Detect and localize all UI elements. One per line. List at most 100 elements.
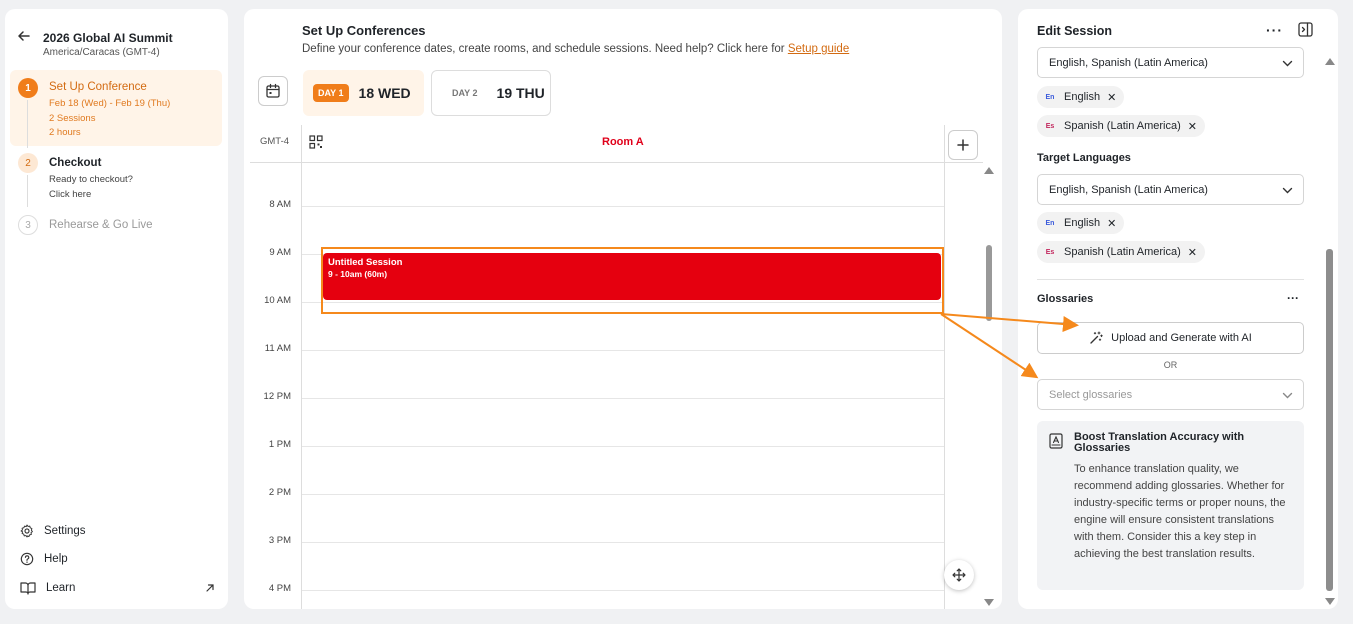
conference-title: 2026 Global AI Summit <box>43 31 173 45</box>
day-tab-2[interactable]: DAY 2 19 THU <box>431 70 551 116</box>
help-link[interactable]: Help <box>20 550 215 568</box>
time-label: 9 AM <box>269 247 291 258</box>
move-arrows-icon <box>952 568 966 582</box>
calendar-icon <box>266 83 280 98</box>
description-text: Define your conference dates, create roo… <box>302 43 785 55</box>
gear-icon <box>20 524 33 538</box>
glossaries-placeholder: Select glossaries <box>1049 388 1133 401</box>
scroll-up-icon[interactable] <box>984 167 994 174</box>
remove-chip-icon[interactable]: ✕ <box>1188 120 1197 133</box>
chip-label: Spanish (Latin America) <box>1064 120 1181 132</box>
upload-button-label: Upload and Generate with AI <box>1111 332 1252 344</box>
remove-chip-icon[interactable]: ✕ <box>1107 217 1116 230</box>
panel-scroll-down-icon[interactable] <box>1325 598 1335 605</box>
grid-timezone-label: GMT-4 <box>260 136 290 147</box>
info-title: Boost Translation Accuracy with Glossari… <box>1074 431 1245 454</box>
time-label: 1 PM <box>268 439 291 450</box>
learn-link[interactable]: Learn <box>20 579 215 597</box>
checkout-link[interactable]: Click here <box>49 189 91 200</box>
room-a-header[interactable]: Room A <box>602 136 644 148</box>
more-options-icon[interactable]: ··· <box>1266 22 1283 38</box>
scroll-down-icon[interactable] <box>984 599 994 606</box>
chevron-down-icon <box>1282 392 1293 399</box>
header-divider <box>250 162 983 163</box>
page-title: Set Up Conferences <box>302 23 426 38</box>
time-label: 11 AM <box>264 343 291 354</box>
time-label: 2 PM <box>268 487 291 498</box>
settings-link[interactable]: Settings <box>20 522 215 540</box>
hour-line <box>302 446 944 447</box>
glossary-book-icon <box>1049 433 1063 449</box>
day-date: 18 WED <box>358 85 411 101</box>
time-label: 12 PM <box>263 391 291 402</box>
language-flag-icon: En <box>1045 219 1055 227</box>
add-room-button[interactable] <box>948 130 978 160</box>
panel-scroll-thumb[interactable] <box>1326 249 1333 591</box>
chip-label: English <box>1064 91 1101 103</box>
step-3-number: 3 <box>18 215 38 235</box>
source-chip-english: En English ✕ <box>1037 86 1125 108</box>
day-date: 19 THU <box>496 85 545 101</box>
time-column-divider <box>301 125 302 609</box>
room-column-divider <box>944 125 945 609</box>
step-3-title[interactable]: Rehearse & Go Live <box>49 219 153 231</box>
step-1-dates: Feb 18 (Wed) - Feb 19 (Thu) <box>49 98 171 109</box>
source-language-select[interactable]: English, Spanish (Latin America) <box>1037 47 1304 78</box>
glossaries-select[interactable]: Select glossaries <box>1037 379 1304 410</box>
schedule-grid: GMT-4 Room A 8 AM 9 AM 10 AM 11 AM 12 PM… <box>244 125 1002 609</box>
settings-label: Settings <box>44 525 86 537</box>
hour-line <box>302 398 944 399</box>
plus-icon <box>957 139 969 151</box>
target-language-select[interactable]: English, Spanish (Latin America) <box>1037 174 1304 205</box>
language-flag-icon: Es <box>1045 122 1055 130</box>
target-language-value: English, Spanish (Latin America) <box>1049 183 1208 196</box>
setup-guide-link[interactable]: Setup guide <box>788 43 849 55</box>
info-text: To enhance translation quality, we recom… <box>1074 463 1286 560</box>
conference-setup-panel: Set Up Conferences Define your conferenc… <box>244 9 1002 609</box>
time-label: 3 PM <box>268 535 291 546</box>
target-languages-label: Target Languages <box>1037 152 1131 164</box>
step-1-duration: 2 hours <box>49 127 81 138</box>
day-tab-1[interactable]: DAY 1 18 WED <box>303 70 424 116</box>
step-2-number: 2 <box>18 153 38 173</box>
step-2-subtitle: Ready to checkout? <box>49 174 133 185</box>
step-1-number: 1 <box>18 78 38 98</box>
hour-line <box>302 350 944 351</box>
remove-chip-icon[interactable]: ✕ <box>1188 246 1197 259</box>
left-sidebar: 2026 Global AI Summit America/Caracas (G… <box>5 9 228 609</box>
time-label: 10 AM <box>264 295 291 306</box>
move-button[interactable] <box>944 560 974 590</box>
upload-generate-button[interactable]: Upload and Generate with AI <box>1037 322 1304 354</box>
language-flag-icon: En <box>1045 93 1055 101</box>
grid-scroll-thumb[interactable] <box>986 245 992 321</box>
chevron-down-icon <box>1282 187 1293 194</box>
step-1-sessions: 2 Sessions <box>49 113 96 124</box>
remove-chip-icon[interactable]: ✕ <box>1107 91 1116 104</box>
help-icon <box>20 552 34 566</box>
calendar-button[interactable] <box>258 76 288 106</box>
qr-code-icon[interactable] <box>309 135 323 149</box>
help-label: Help <box>44 553 68 565</box>
glossaries-more-icon[interactable]: ··· <box>1287 291 1299 305</box>
grid-scrollbar[interactable] <box>983 163 995 609</box>
step-1-title: Set Up Conference <box>49 81 147 93</box>
source-chip-spanish: Es Spanish (Latin America) ✕ <box>1037 115 1205 137</box>
page-description: Define your conference dates, create roo… <box>302 43 849 55</box>
or-separator: OR <box>1163 360 1178 370</box>
source-language-value: English, Spanish (Latin America) <box>1049 56 1208 69</box>
hour-line <box>302 206 944 207</box>
collapse-panel-icon[interactable] <box>1298 22 1313 37</box>
chevron-down-icon <box>1282 60 1293 67</box>
panel-scroll-up-icon[interactable] <box>1325 58 1335 65</box>
glossary-info-card: Boost Translation Accuracy with Glossari… <box>1037 421 1304 590</box>
step-2-title[interactable]: Checkout <box>49 157 101 169</box>
hour-line <box>302 590 944 591</box>
step-connector <box>27 175 28 207</box>
target-chip-spanish: Es Spanish (Latin America) ✕ <box>1037 241 1205 263</box>
hour-line <box>302 542 944 543</box>
time-label: 8 AM <box>269 199 291 210</box>
magic-wand-icon <box>1090 331 1103 344</box>
back-arrow-icon[interactable] <box>16 28 32 44</box>
edit-session-panel: Edit Session ··· English, Spanish (Latin… <box>1018 9 1338 609</box>
external-link-icon <box>206 584 214 592</box>
